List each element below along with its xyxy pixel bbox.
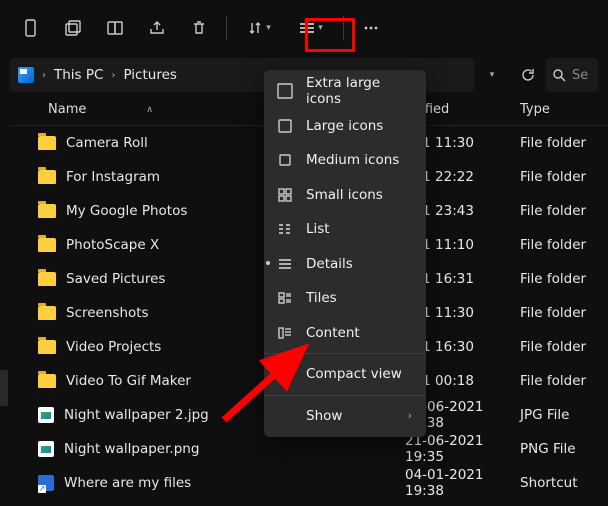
file-date: 21-06-2021 19:35 — [405, 433, 520, 465]
file-type: File folder — [520, 339, 608, 355]
chevron-down-icon: ▾ — [266, 23, 271, 33]
image-file-icon — [38, 407, 54, 423]
menu-extra-large-icons[interactable]: Extra large icons — [264, 74, 426, 109]
file-type: File folder — [520, 271, 608, 287]
cut-button[interactable] — [54, 9, 92, 47]
file-name: Video Projects — [66, 339, 161, 355]
menu-small-icons[interactable]: Small icons — [264, 178, 426, 213]
menu-label: Medium icons — [306, 152, 412, 168]
file-name: PhotoScape X — [66, 237, 159, 253]
delete-button[interactable] — [180, 9, 218, 47]
copy-button[interactable] — [96, 9, 134, 47]
menu-medium-icons[interactable]: Medium icons — [264, 143, 426, 178]
menu-tiles[interactable]: Tiles — [264, 281, 426, 316]
file-type: File folder — [520, 169, 608, 185]
annotation-highlight — [305, 18, 355, 52]
file-date: 04-01-2021 19:38 — [405, 467, 520, 499]
file-name: Screenshots — [66, 305, 149, 321]
menu-label: Content — [306, 325, 412, 341]
chevron-right-icon: › — [111, 70, 115, 81]
folder-icon — [38, 340, 56, 354]
tiles-icon — [276, 290, 294, 306]
content-icon — [276, 325, 294, 341]
toolbar-divider — [226, 16, 227, 40]
new-button[interactable] — [12, 9, 50, 47]
image-file-icon — [38, 441, 54, 457]
file-type: File folder — [520, 373, 608, 389]
menu-label: Extra large icons — [306, 75, 412, 107]
file-name: Night wallpaper 2.jpg — [64, 407, 209, 423]
xl-icon — [276, 83, 294, 99]
share-button[interactable] — [138, 9, 176, 47]
lg-icon — [276, 118, 294, 134]
menu-label: Small icons — [306, 187, 412, 203]
file-type: JPG File — [520, 407, 608, 423]
menu-show[interactable]: Show › — [264, 399, 426, 434]
folder-icon — [38, 170, 56, 184]
folder-icon — [38, 204, 56, 218]
folder-icon — [38, 306, 56, 320]
shortcut-icon — [38, 475, 54, 491]
selected-indicator-icon — [266, 261, 270, 265]
file-name: For Instagram — [66, 169, 160, 185]
menu-separator — [264, 395, 426, 396]
file-name: Video To Gif Maker — [66, 373, 191, 389]
file-name: Where are my files — [64, 475, 191, 491]
sm-icon — [276, 187, 294, 203]
folder-icon — [38, 136, 56, 150]
list-item[interactable]: Where are my files 04-01-2021 19:38Shortc… — [10, 466, 608, 500]
file-type: Shortcut — [520, 475, 608, 491]
menu-label: Tiles — [306, 290, 412, 306]
md-icon — [276, 152, 294, 168]
file-type: File folder — [520, 135, 608, 151]
chevron-right-icon: › — [408, 409, 412, 422]
toolbar: ▾ ▾ — [0, 0, 608, 56]
list-icon — [276, 221, 294, 237]
menu-label: List — [306, 221, 412, 237]
breadcrumb-root[interactable]: This PC — [54, 67, 103, 83]
file-type: File folder — [520, 203, 608, 219]
search-input[interactable]: Se — [546, 58, 598, 92]
column-type-header[interactable]: Type — [520, 102, 608, 117]
sort-indicator-icon: ∧ — [146, 105, 153, 115]
refresh-button[interactable] — [510, 58, 546, 92]
this-pc-icon — [18, 67, 34, 83]
file-type: File folder — [520, 237, 608, 253]
file-name: Night wallpaper.png — [64, 441, 199, 457]
file-name: Camera Roll — [66, 135, 148, 151]
chevron-right-icon: › — [42, 70, 46, 81]
view-menu: Extra large icons Large icons Medium icons… — [264, 70, 426, 437]
file-type: PNG File — [520, 441, 608, 457]
menu-compact-view[interactable]: Compact view — [264, 357, 426, 392]
nav-pane-edge — [0, 370, 8, 406]
details-icon — [276, 256, 294, 272]
menu-label: Details — [306, 256, 412, 272]
file-type: File folder — [520, 305, 608, 321]
dropdown-button[interactable]: ▾ — [474, 58, 510, 92]
folder-icon — [38, 272, 56, 286]
folder-icon — [38, 374, 56, 388]
list-item[interactable]: Night wallpaper.png 21-06-2021 19:35PNG F… — [10, 432, 608, 466]
menu-large-icons[interactable]: Large icons — [264, 109, 426, 144]
breadcrumb-folder[interactable]: Pictures — [123, 67, 176, 83]
overflow-button[interactable] — [352, 9, 390, 47]
folder-icon — [38, 238, 56, 252]
menu-label: Large icons — [306, 118, 412, 134]
sort-button[interactable]: ▾ — [235, 9, 283, 47]
menu-details[interactable]: Details — [264, 247, 426, 282]
search-placeholder: Se — [572, 68, 588, 83]
menu-content[interactable]: Content — [264, 316, 426, 351]
file-name: My Google Photos — [66, 203, 187, 219]
menu-list[interactable]: List — [264, 212, 426, 247]
file-name: Saved Pictures — [66, 271, 165, 287]
menu-separator — [264, 353, 426, 354]
